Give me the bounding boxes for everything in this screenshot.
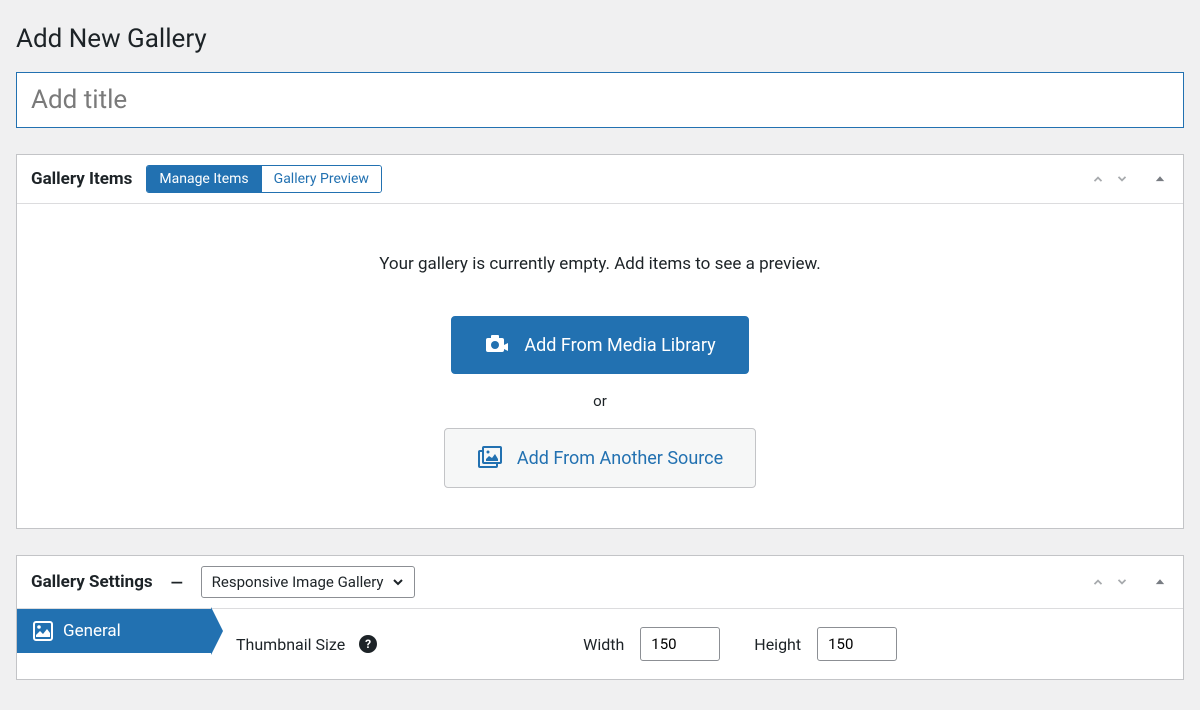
tab-gallery-preview[interactable]: Gallery Preview (261, 166, 381, 192)
page-title: Add New Gallery (16, 24, 1184, 54)
minus-icon: — (167, 572, 187, 592)
add-from-another-source-label: Add From Another Source (517, 448, 723, 469)
chevron-up-icon[interactable] (1089, 170, 1107, 188)
height-label: Height (754, 635, 801, 654)
tab-manage-items[interactable]: Manage Items (147, 166, 260, 192)
gallery-items-tabs: Manage Items Gallery Preview (146, 165, 382, 193)
thumbnail-height-input[interactable] (817, 627, 897, 661)
or-separator: or (37, 392, 1163, 410)
add-from-media-label: Add From Media Library (524, 335, 715, 356)
gallery-settings-header: Gallery Settings — Responsive Image Gall… (17, 556, 1183, 609)
empty-gallery-message: Your gallery is currently empty. Add ite… (37, 254, 1163, 274)
add-from-media-button[interactable]: Add From Media Library (451, 316, 748, 374)
thumbnail-width-input[interactable] (640, 627, 720, 661)
chevron-down-icon[interactable] (1113, 573, 1131, 591)
gallery-settings-body: General Thumbnail Size ? Width Height (17, 609, 1183, 679)
gallery-type-select[interactable]: Responsive Image Gallery (201, 566, 415, 598)
collapse-icon[interactable] (1151, 170, 1169, 188)
chevron-up-icon[interactable] (1089, 573, 1107, 591)
help-icon[interactable]: ? (359, 635, 377, 653)
images-stack-icon (477, 445, 503, 471)
chevron-down-icon[interactable] (1113, 170, 1131, 188)
image-icon (33, 621, 53, 641)
gallery-settings-title: Gallery Settings (31, 572, 153, 592)
width-label: Width (583, 635, 624, 654)
gallery-items-body: Your gallery is currently empty. Add ite… (17, 204, 1183, 528)
collapse-icon[interactable] (1151, 573, 1169, 591)
gallery-type-selected: Responsive Image Gallery (212, 573, 384, 591)
chevron-down-icon (392, 576, 404, 588)
panel-controls (1089, 573, 1169, 591)
tab-general[interactable]: General (17, 609, 212, 653)
camera-icon (484, 333, 512, 357)
gallery-items-title: Gallery Items (31, 169, 132, 189)
gallery-settings-panel: Gallery Settings — Responsive Image Gall… (16, 555, 1184, 680)
thumbnail-size-label: Thumbnail Size (236, 635, 345, 654)
gallery-items-header: Gallery Items Manage Items Gallery Previ… (17, 155, 1183, 204)
panel-controls (1089, 170, 1169, 188)
add-from-another-source-button[interactable]: Add From Another Source (444, 428, 756, 488)
settings-side-tabs: General (17, 609, 212, 679)
gallery-items-panel: Gallery Items Manage Items Gallery Previ… (16, 154, 1184, 529)
tab-general-label: General (63, 621, 121, 641)
settings-content: Thumbnail Size ? Width Height (212, 609, 1183, 679)
gallery-title-input[interactable] (16, 72, 1184, 128)
